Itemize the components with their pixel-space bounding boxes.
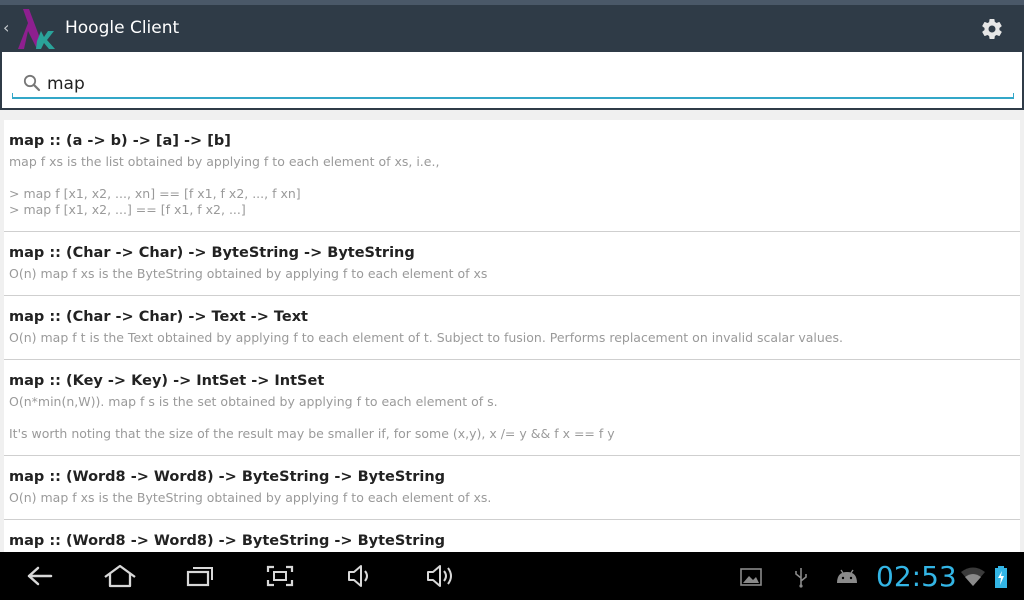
search-underline bbox=[12, 93, 1014, 99]
app-title: Hoogle Client bbox=[65, 18, 180, 38]
debug-notification[interactable] bbox=[834, 566, 860, 588]
battery-charging-icon bbox=[995, 566, 1007, 588]
volume-up-icon bbox=[427, 565, 452, 587]
search-bar bbox=[0, 52, 1024, 110]
android-debug-icon bbox=[837, 569, 857, 583]
up-navigation-icon[interactable]: ‹ bbox=[3, 18, 13, 38]
result-signature: map :: (a -> b) -> [a] -> [b] bbox=[9, 133, 231, 149]
result-item[interactable]: map :: (Word8 -> Word8) -> ByteString ->… bbox=[4, 456, 1020, 520]
result-item[interactable]: map :: (a -> b) -> [a] -> [b] map f xs i… bbox=[4, 120, 1020, 232]
result-item[interactable]: map :: (Key -> Key) -> IntSet -> IntSet … bbox=[4, 360, 1020, 456]
wifi-status[interactable] bbox=[960, 566, 986, 588]
result-description: O(n*min(n,W)). map f s is the set obtain… bbox=[9, 394, 498, 409]
battery-status[interactable] bbox=[988, 566, 1014, 588]
system-navigation-bar: 02:53 bbox=[0, 552, 1024, 600]
result-example-line: > map f [x1, x2, ...] == [f x1, f x2, ..… bbox=[9, 202, 246, 217]
usb-notification[interactable] bbox=[788, 566, 814, 588]
gallery-notification-icon bbox=[740, 568, 762, 586]
result-description: O(n) map f t is the Text obtained by app… bbox=[9, 330, 843, 345]
action-bar: ‹ Hoogle Client bbox=[0, 5, 1024, 52]
result-item[interactable]: map :: (Char -> Char) -> ByteString -> B… bbox=[4, 232, 1020, 296]
result-description: O(n) map f xs is the ByteString obtained… bbox=[9, 490, 492, 505]
hoogle-lambda-logo-icon[interactable] bbox=[14, 7, 60, 51]
recent-apps-icon bbox=[186, 567, 213, 587]
result-description: It's worth noting that the size of the r… bbox=[9, 426, 615, 441]
back-icon bbox=[27, 566, 53, 586]
result-item[interactable]: map :: (Char -> Char) -> Text -> Text O(… bbox=[4, 296, 1020, 360]
clock[interactable]: 02:53 bbox=[876, 560, 957, 594]
result-description: O(n) map f xs is the ByteString obtained… bbox=[9, 266, 488, 281]
volume-down-icon bbox=[348, 565, 368, 587]
result-signature: map :: (Char -> Char) -> ByteString -> B… bbox=[9, 245, 415, 261]
home-icon bbox=[104, 564, 136, 588]
settings-button[interactable] bbox=[974, 11, 1010, 47]
screenshot-button[interactable] bbox=[260, 560, 300, 592]
volume-down-button[interactable] bbox=[340, 560, 380, 592]
result-description: map f xs is the list obtained by applyin… bbox=[9, 154, 440, 169]
result-signature: map :: (Key -> Key) -> IntSet -> IntSet bbox=[9, 373, 325, 389]
result-signature: map :: (Word8 -> Word8) -> ByteString ->… bbox=[9, 469, 446, 485]
gear-icon bbox=[982, 19, 1002, 40]
screenshot-icon bbox=[266, 565, 294, 587]
volume-up-button[interactable] bbox=[420, 560, 460, 592]
usb-icon bbox=[795, 568, 807, 588]
results-list[interactable]: map :: (a -> b) -> [a] -> [b] map f xs i… bbox=[4, 120, 1020, 552]
search-icon bbox=[23, 74, 41, 92]
result-signature: map :: (Char -> Char) -> Text -> Text bbox=[9, 309, 308, 325]
home-button[interactable] bbox=[100, 560, 140, 592]
search-input[interactable] bbox=[47, 72, 947, 96]
result-signature: map :: (Word8 -> Word8) -> ByteString ->… bbox=[9, 533, 446, 549]
result-item[interactable]: map :: (Word8 -> Word8) -> ByteString ->… bbox=[4, 520, 1020, 552]
back-button[interactable] bbox=[20, 560, 60, 592]
recent-apps-button[interactable] bbox=[180, 560, 220, 592]
gallery-notification[interactable] bbox=[738, 566, 764, 588]
wifi-icon bbox=[961, 567, 985, 586]
result-example-line: > map f [x1, x2, ..., xn] == [f x1, f x2… bbox=[9, 186, 301, 201]
